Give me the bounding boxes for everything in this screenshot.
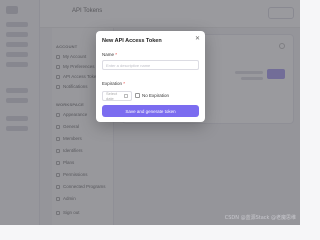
watermark: CSDN @蓝源Stack @老魔思维 — [224, 215, 296, 221]
no-expiration-checkbox[interactable] — [135, 93, 140, 98]
close-icon[interactable]: ✕ — [195, 36, 200, 42]
no-expiration-label: No Expiration — [142, 93, 170, 98]
token-name-input[interactable] — [102, 60, 199, 70]
expiration-date-picker[interactable]: Select date — [102, 91, 132, 101]
calendar-icon — [124, 94, 128, 98]
save-generate-button[interactable]: Save and generate token — [102, 105, 199, 117]
expiration-label: Expiration * — [102, 81, 126, 86]
new-token-modal: New API Access Token ✕ Name * Expiration… — [96, 31, 205, 122]
name-label: Name * — [102, 52, 118, 57]
modal-title: New API Access Token — [102, 38, 162, 44]
